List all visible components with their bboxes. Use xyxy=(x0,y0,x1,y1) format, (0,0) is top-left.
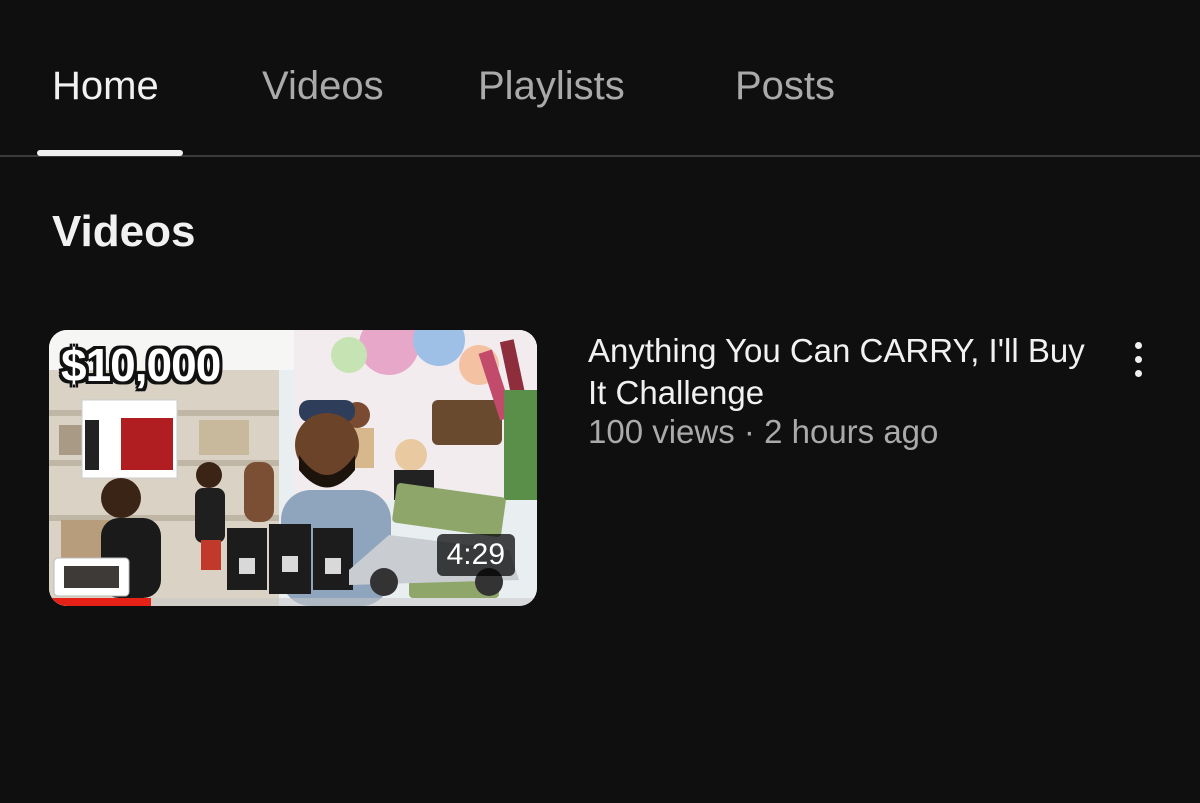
video-meta: Anything You Can CARRY, I'll Buy It Chal… xyxy=(588,330,1108,450)
upload-age: 2 hours ago xyxy=(764,413,939,450)
view-count: 100 views xyxy=(588,413,735,450)
section-title: Videos xyxy=(52,207,196,256)
tab-videos[interactable]: Videos xyxy=(262,60,384,112)
duration-badge: 4:29 xyxy=(436,534,515,576)
watch-progress-bar xyxy=(49,598,537,606)
video-thumbnail[interactable]: $10,000 4:29 xyxy=(49,330,537,606)
channel-page: Home Videos Playlists Posts Videos $10,0… xyxy=(0,0,1200,803)
video-title[interactable]: Anything You Can CARRY, I'll Buy It Chal… xyxy=(588,330,1108,414)
active-tab-indicator xyxy=(37,150,183,156)
thumbnail-price-text: $10,000 xyxy=(61,339,221,391)
channel-tabs: Home Videos Playlists Posts xyxy=(0,0,1200,157)
video-stats: 100 views · 2 hours ago xyxy=(588,414,1108,450)
more-vertical-icon[interactable] xyxy=(1120,338,1158,382)
tab-home[interactable]: Home xyxy=(52,60,159,112)
stats-separator: · xyxy=(743,413,755,450)
tab-playlists[interactable]: Playlists xyxy=(478,60,625,112)
tab-posts[interactable]: Posts xyxy=(735,60,835,112)
watch-progress-fill xyxy=(49,598,152,606)
video-item[interactable]: $10,000 4:29 Anything You Can CARRY, I'l… xyxy=(0,330,1200,610)
